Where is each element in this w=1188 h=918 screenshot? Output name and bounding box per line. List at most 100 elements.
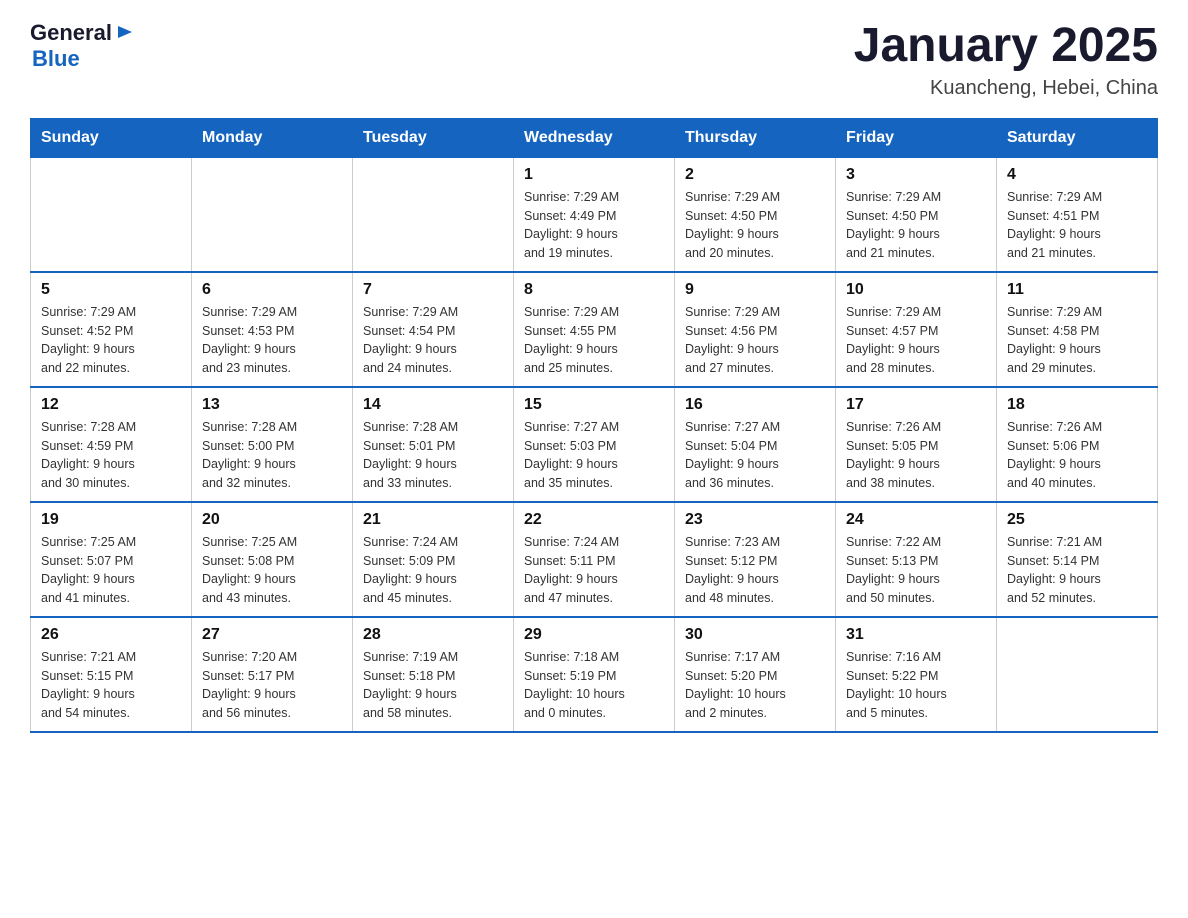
day-info: Sunrise: 7:28 AMSunset: 5:00 PMDaylight:… xyxy=(202,418,342,493)
weekday-header-monday: Monday xyxy=(192,118,353,157)
day-info: Sunrise: 7:23 AMSunset: 5:12 PMDaylight:… xyxy=(685,533,825,608)
day-info: Sunrise: 7:25 AMSunset: 5:07 PMDaylight:… xyxy=(41,533,181,608)
day-info: Sunrise: 7:21 AMSunset: 5:15 PMDaylight:… xyxy=(41,648,181,723)
day-info: Sunrise: 7:22 AMSunset: 5:13 PMDaylight:… xyxy=(846,533,986,608)
calendar-day-15: 15Sunrise: 7:27 AMSunset: 5:03 PMDayligh… xyxy=(514,387,675,502)
calendar-day-11: 11Sunrise: 7:29 AMSunset: 4:58 PMDayligh… xyxy=(997,272,1158,387)
calendar-empty-cell xyxy=(997,617,1158,732)
calendar-day-9: 9 Sunrise: 7:29 AMSunset: 4:56 PMDaylight… xyxy=(675,272,836,387)
day-info: Sunrise: 7:21 AMSunset: 5:14 PMDaylight:… xyxy=(1007,533,1147,608)
day-number: 29 xyxy=(524,626,664,644)
month-year-title: January 2025 xyxy=(854,20,1158,73)
calendar-header-row: SundayMondayTuesdayWednesdayThursdayFrid… xyxy=(31,118,1158,157)
day-info: Sunrise: 7:29 AMSunset: 4:55 PMDaylight:… xyxy=(524,303,664,378)
weekday-header-sunday: Sunday xyxy=(31,118,192,157)
logo-blue-text: Blue xyxy=(32,46,80,71)
day-info: Sunrise: 7:24 AMSunset: 5:11 PMDaylight:… xyxy=(524,533,664,608)
day-info: Sunrise: 7:29 AMSunset: 4:49 PMDaylight:… xyxy=(524,188,664,263)
day-info: Sunrise: 7:19 AMSunset: 5:18 PMDaylight:… xyxy=(363,648,503,723)
day-number: 23 xyxy=(685,511,825,529)
calendar-day-22: 22 Sunrise: 7:24 AMSunset: 5:11 PMDayligh… xyxy=(514,502,675,617)
day-info: Sunrise: 7:27 AMSunset: 5:04 PMDaylight:… xyxy=(685,418,825,493)
day-number: 2 xyxy=(685,166,825,184)
day-number: 5 xyxy=(41,281,181,299)
calendar-day-2: 2 Sunrise: 7:29 AMSunset: 4:50 PMDaylight… xyxy=(675,157,836,272)
weekday-header-tuesday: Tuesday xyxy=(353,118,514,157)
day-number: 19 xyxy=(41,511,181,529)
day-info: Sunrise: 7:24 AMSunset: 5:09 PMDaylight:… xyxy=(363,533,503,608)
day-info: Sunrise: 7:16 AMSunset: 5:22 PMDaylight:… xyxy=(846,648,986,723)
calendar-day-7: 7 Sunrise: 7:29 AMSunset: 4:54 PMDaylight… xyxy=(353,272,514,387)
location-subtitle: Kuancheng, Hebei, China xyxy=(854,77,1158,100)
day-info: Sunrise: 7:27 AMSunset: 5:03 PMDaylight:… xyxy=(524,418,664,493)
calendar-day-25: 25 Sunrise: 7:21 AMSunset: 5:14 PMDayligh… xyxy=(997,502,1158,617)
calendar-day-12: 12Sunrise: 7:28 AMSunset: 4:59 PMDayligh… xyxy=(31,387,192,502)
day-info: Sunrise: 7:29 AMSunset: 4:51 PMDaylight:… xyxy=(1007,188,1147,263)
day-number: 3 xyxy=(846,166,986,184)
calendar-day-21: 21 Sunrise: 7:24 AMSunset: 5:09 PMDayligh… xyxy=(353,502,514,617)
day-number: 6 xyxy=(202,281,342,299)
day-number: 21 xyxy=(363,511,503,529)
day-number: 24 xyxy=(846,511,986,529)
day-number: 22 xyxy=(524,511,664,529)
day-info: Sunrise: 7:20 AMSunset: 5:17 PMDaylight:… xyxy=(202,648,342,723)
calendar-day-18: 18 Sunrise: 7:26 AMSunset: 5:06 PMDayligh… xyxy=(997,387,1158,502)
day-number: 26 xyxy=(41,626,181,644)
day-number: 12 xyxy=(41,396,181,414)
day-info: Sunrise: 7:17 AMSunset: 5:20 PMDaylight:… xyxy=(685,648,825,723)
day-number: 27 xyxy=(202,626,342,644)
calendar-day-1: 1Sunrise: 7:29 AMSunset: 4:49 PMDaylight… xyxy=(514,157,675,272)
logo: General Blue xyxy=(30,20,136,72)
day-info: Sunrise: 7:29 AMSunset: 4:54 PMDaylight:… xyxy=(363,303,503,378)
calendar-week-row: 19 Sunrise: 7:25 AMSunset: 5:07 PMDayligh… xyxy=(31,502,1158,617)
day-info: Sunrise: 7:29 AMSunset: 4:50 PMDaylight:… xyxy=(846,188,986,263)
calendar-day-14: 14 Sunrise: 7:28 AMSunset: 5:01 PMDayligh… xyxy=(353,387,514,502)
calendar-empty-cell xyxy=(353,157,514,272)
calendar-day-20: 20Sunrise: 7:25 AMSunset: 5:08 PMDayligh… xyxy=(192,502,353,617)
weekday-header-friday: Friday xyxy=(836,118,997,157)
weekday-header-thursday: Thursday xyxy=(675,118,836,157)
day-info: Sunrise: 7:29 AMSunset: 4:56 PMDaylight:… xyxy=(685,303,825,378)
calendar-day-17: 17 Sunrise: 7:26 AMSunset: 5:05 PMDayligh… xyxy=(836,387,997,502)
calendar-day-23: 23 Sunrise: 7:23 AMSunset: 5:12 PMDayligh… xyxy=(675,502,836,617)
day-info: Sunrise: 7:26 AMSunset: 5:05 PMDaylight:… xyxy=(846,418,986,493)
logo-flag-icon xyxy=(114,22,136,44)
calendar-week-row: 1Sunrise: 7:29 AMSunset: 4:49 PMDaylight… xyxy=(31,157,1158,272)
day-info: Sunrise: 7:29 AMSunset: 4:53 PMDaylight:… xyxy=(202,303,342,378)
title-block: January 2025 Kuancheng, Hebei, China xyxy=(854,20,1158,100)
calendar-day-31: 31 Sunrise: 7:16 AMSunset: 5:22 PMDayligh… xyxy=(836,617,997,732)
calendar-day-16: 16Sunrise: 7:27 AMSunset: 5:04 PMDayligh… xyxy=(675,387,836,502)
day-number: 14 xyxy=(363,396,503,414)
calendar-week-row: 12Sunrise: 7:28 AMSunset: 4:59 PMDayligh… xyxy=(31,387,1158,502)
calendar-week-row: 5 Sunrise: 7:29 AMSunset: 4:52 PMDaylight… xyxy=(31,272,1158,387)
calendar-day-30: 30 Sunrise: 7:17 AMSunset: 5:20 PMDayligh… xyxy=(675,617,836,732)
day-number: 25 xyxy=(1007,511,1147,529)
day-number: 17 xyxy=(846,396,986,414)
calendar-day-27: 27 Sunrise: 7:20 AMSunset: 5:17 PMDayligh… xyxy=(192,617,353,732)
calendar-empty-cell xyxy=(31,157,192,272)
day-number: 31 xyxy=(846,626,986,644)
day-number: 18 xyxy=(1007,396,1147,414)
logo-general-text: General xyxy=(30,20,112,46)
day-info: Sunrise: 7:28 AMSunset: 5:01 PMDaylight:… xyxy=(363,418,503,493)
day-info: Sunrise: 7:29 AMSunset: 4:57 PMDaylight:… xyxy=(846,303,986,378)
page-header: General Blue January 2025 Kuancheng, Heb… xyxy=(30,20,1158,100)
day-info: Sunrise: 7:29 AMSunset: 4:52 PMDaylight:… xyxy=(41,303,181,378)
day-number: 30 xyxy=(685,626,825,644)
day-number: 9 xyxy=(685,281,825,299)
day-number: 7 xyxy=(363,281,503,299)
calendar-empty-cell xyxy=(192,157,353,272)
calendar-day-28: 28 Sunrise: 7:19 AMSunset: 5:18 PMDayligh… xyxy=(353,617,514,732)
day-info: Sunrise: 7:18 AMSunset: 5:19 PMDaylight:… xyxy=(524,648,664,723)
day-number: 28 xyxy=(363,626,503,644)
calendar-day-5: 5 Sunrise: 7:29 AMSunset: 4:52 PMDaylight… xyxy=(31,272,192,387)
calendar-day-6: 6 Sunrise: 7:29 AMSunset: 4:53 PMDaylight… xyxy=(192,272,353,387)
day-info: Sunrise: 7:26 AMSunset: 5:06 PMDaylight:… xyxy=(1007,418,1147,493)
weekday-header-saturday: Saturday xyxy=(997,118,1158,157)
day-number: 20 xyxy=(202,511,342,529)
day-number: 13 xyxy=(202,396,342,414)
day-number: 11 xyxy=(1007,281,1147,299)
day-info: Sunrise: 7:29 AMSunset: 4:50 PMDaylight:… xyxy=(685,188,825,263)
day-number: 8 xyxy=(524,281,664,299)
calendar-day-13: 13 Sunrise: 7:28 AMSunset: 5:00 PMDayligh… xyxy=(192,387,353,502)
